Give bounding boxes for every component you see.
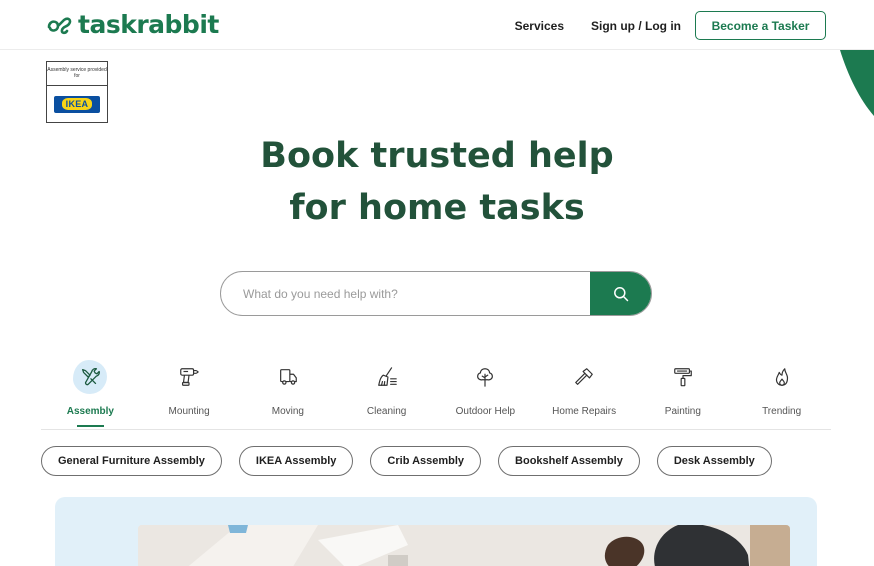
category-tab-home-repairs[interactable]: Home Repairs [535, 358, 634, 429]
category-label: Outdoor Help [455, 406, 516, 417]
chip-bookshelf-assembly[interactable]: Bookshelf Assembly [498, 446, 640, 476]
promo-photo-illustration [138, 525, 790, 566]
category-tab-painting[interactable]: Painting [634, 358, 733, 429]
tree-icon [477, 368, 494, 387]
chip-general-furniture-assembly[interactable]: General Furniture Assembly [41, 446, 222, 476]
assembly-promo-photo [138, 525, 790, 566]
hero-title-line-1: Book trusted help [260, 136, 614, 176]
ikea-badge-caption: Assembly service provided for [47, 62, 107, 86]
nav-signup-login[interactable]: Sign up / Log in [591, 19, 681, 33]
category-label: Cleaning [366, 406, 407, 417]
category-label: Home Repairs [552, 406, 617, 417]
category-tab-moving[interactable]: Moving [239, 358, 338, 429]
drill-icon [180, 368, 199, 386]
ikea-partner-badge: Assembly service provided for IKEA [46, 61, 108, 123]
hero-title: Book trusted help for home tasks [0, 130, 874, 234]
assembly-promo-panel [55, 497, 817, 566]
hero-title-line-2: for home tasks [289, 188, 585, 228]
assembly-subcategory-chips: General Furniture Assembly IKEA Assembly… [41, 446, 789, 476]
top-nav: Services Sign up / Log in Become a Taske… [515, 11, 826, 40]
category-tab-trending[interactable]: Trending [732, 358, 831, 429]
category-label: Painting [664, 406, 701, 417]
become-tasker-button[interactable]: Become a Tasker [695, 11, 826, 40]
task-search-input[interactable] [221, 272, 590, 315]
category-label: Moving [271, 406, 304, 417]
category-label: Trending [762, 406, 802, 417]
hammer-icon [575, 368, 593, 385]
flame-icon [775, 368, 788, 386]
category-tab-assembly[interactable]: Assembly [41, 358, 140, 429]
taskrabbit-logo[interactable]: taskrabbit [46, 10, 219, 39]
chip-desk-assembly[interactable]: Desk Assembly [656, 446, 772, 476]
category-label: Assembly [66, 406, 114, 417]
ikea-logo-text: IKEA [61, 98, 93, 110]
truck-icon [279, 369, 297, 385]
chip-ikea-assembly[interactable]: IKEA Assembly [238, 446, 354, 476]
logo-text: taskrabbit [78, 10, 219, 39]
chip-crib-assembly[interactable]: Crib Assembly [370, 446, 482, 476]
search-button[interactable] [590, 272, 651, 315]
taskrabbit-logo-icon [47, 17, 72, 34]
category-tabs: Assembly Mounting Moving Cleaning Outdoo… [41, 358, 831, 430]
search-icon [614, 286, 629, 301]
category-tab-cleaning[interactable]: Cleaning [337, 358, 436, 429]
decorative-green-swoosh [840, 50, 874, 116]
category-label: Mounting [168, 406, 210, 417]
paint-roller-icon [674, 368, 692, 387]
broom-icon [377, 367, 397, 386]
nav-services[interactable]: Services [515, 19, 564, 33]
ikea-logo: IKEA [54, 95, 100, 113]
category-tab-mounting[interactable]: Mounting [140, 358, 239, 429]
tools-icon [82, 368, 101, 386]
site-header: taskrabbit Services Sign up / Log in Bec… [0, 0, 874, 50]
task-search-bar [220, 271, 652, 316]
category-tab-outdoor-help[interactable]: Outdoor Help [436, 358, 535, 429]
